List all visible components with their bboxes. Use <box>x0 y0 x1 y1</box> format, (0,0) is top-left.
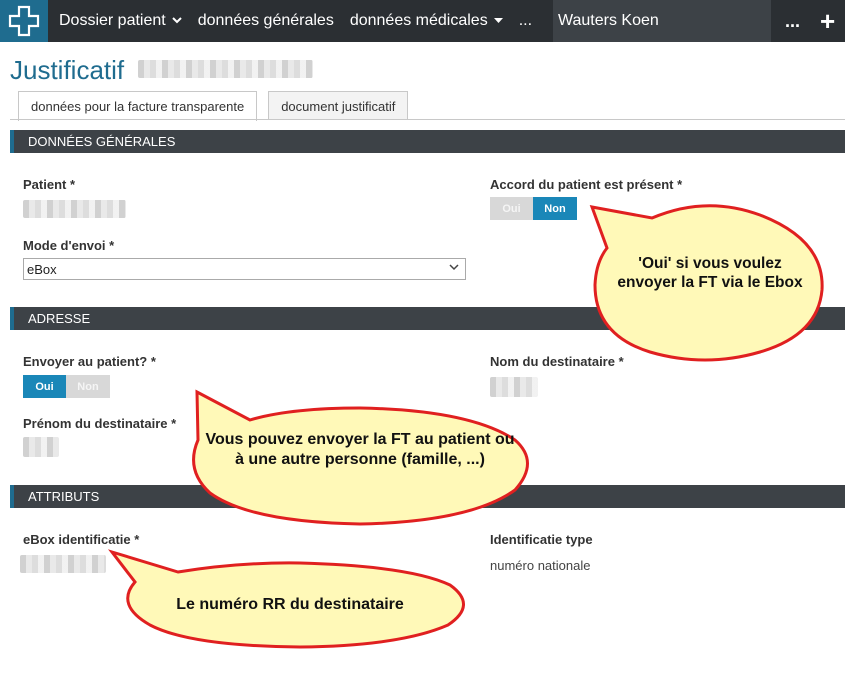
tab-document-justificatif[interactable]: document justificatif <box>268 91 409 120</box>
consent-no-option[interactable]: Non <box>533 197 577 220</box>
nav-overflow-menu[interactable]: ... <box>511 0 540 42</box>
nav-dossier-patient-label: Dossier patient <box>59 12 166 29</box>
redacted-patient-value <box>23 200 126 218</box>
tab-divider <box>10 119 845 120</box>
section-header-general: DONNÉES GÉNÉRALES <box>10 130 845 153</box>
add-button[interactable]: + <box>820 0 835 42</box>
nav-donnees-generales-label: données générales <box>197 12 334 29</box>
recipient-firstname-label: Prénom du destinataire * <box>23 416 177 431</box>
recipient-name-label: Nom du destinataire * <box>490 354 624 369</box>
callout-recipient-text: Vous pouvez envoyer la FT au patient ou … <box>205 431 515 468</box>
consent-label: Accord du patient est présent * <box>490 177 683 192</box>
send-to-patient-no-option[interactable]: Non <box>66 375 110 398</box>
send-mode-value: eBox <box>27 261 57 277</box>
send-mode-label: Mode d'envoi * <box>23 238 115 253</box>
redacted-patient-name <box>138 60 313 78</box>
chevron-down-icon <box>172 15 182 27</box>
nav-donnees-generales[interactable]: données générales <box>190 0 342 42</box>
section-header-attributes: ATTRIBUTS <box>10 485 845 508</box>
consent-yes-option[interactable]: Oui <box>490 197 533 220</box>
caret-down-icon <box>493 15 503 27</box>
callout-rr-text: Le numéro RR du destinataire <box>176 596 404 613</box>
ebox-id-label: eBox identificatie * <box>23 532 140 547</box>
section-header-address: ADRESSE <box>10 307 845 330</box>
patient-label: Patient * <box>23 177 76 192</box>
tab-bar: données pour la facture transparente doc… <box>18 91 419 121</box>
tab-facture-transparente[interactable]: données pour la facture transparente <box>18 91 258 121</box>
page-title: Justificatif <box>10 55 125 85</box>
chevron-down-icon <box>449 262 459 274</box>
send-to-patient-label: Envoyer au patient? * <box>23 354 156 369</box>
redacted-recipient-name <box>490 377 538 397</box>
medical-cross-icon[interactable] <box>0 0 48 42</box>
id-type-value: numéro nationale <box>490 558 591 573</box>
nav-donnees-medicales[interactable]: données médicales <box>342 0 511 42</box>
send-to-patient-toggle[interactable]: Oui Non <box>23 375 110 398</box>
nav-dossier-patient[interactable]: Dossier patient <box>48 0 190 42</box>
id-type-label: Identificatie type <box>490 532 593 547</box>
more-options-button[interactable]: ... <box>785 0 800 42</box>
callout-consent-text: 'Oui' si vous voulez envoyer la FT via l… <box>617 255 803 292</box>
nav-overflow-label: ... <box>518 12 533 29</box>
consent-toggle[interactable]: Oui Non <box>490 197 577 220</box>
user-name[interactable]: Wauters Koen <box>553 0 771 42</box>
redacted-ebox-id <box>20 555 106 573</box>
send-to-patient-yes-option[interactable]: Oui <box>23 375 66 398</box>
send-mode-select[interactable]: eBox <box>23 258 466 280</box>
nav-donnees-medicales-label: données médicales <box>349 12 488 29</box>
redacted-recipient-firstname <box>23 437 59 457</box>
top-navigation-bar: Dossier patient données générales donnée… <box>0 0 845 42</box>
